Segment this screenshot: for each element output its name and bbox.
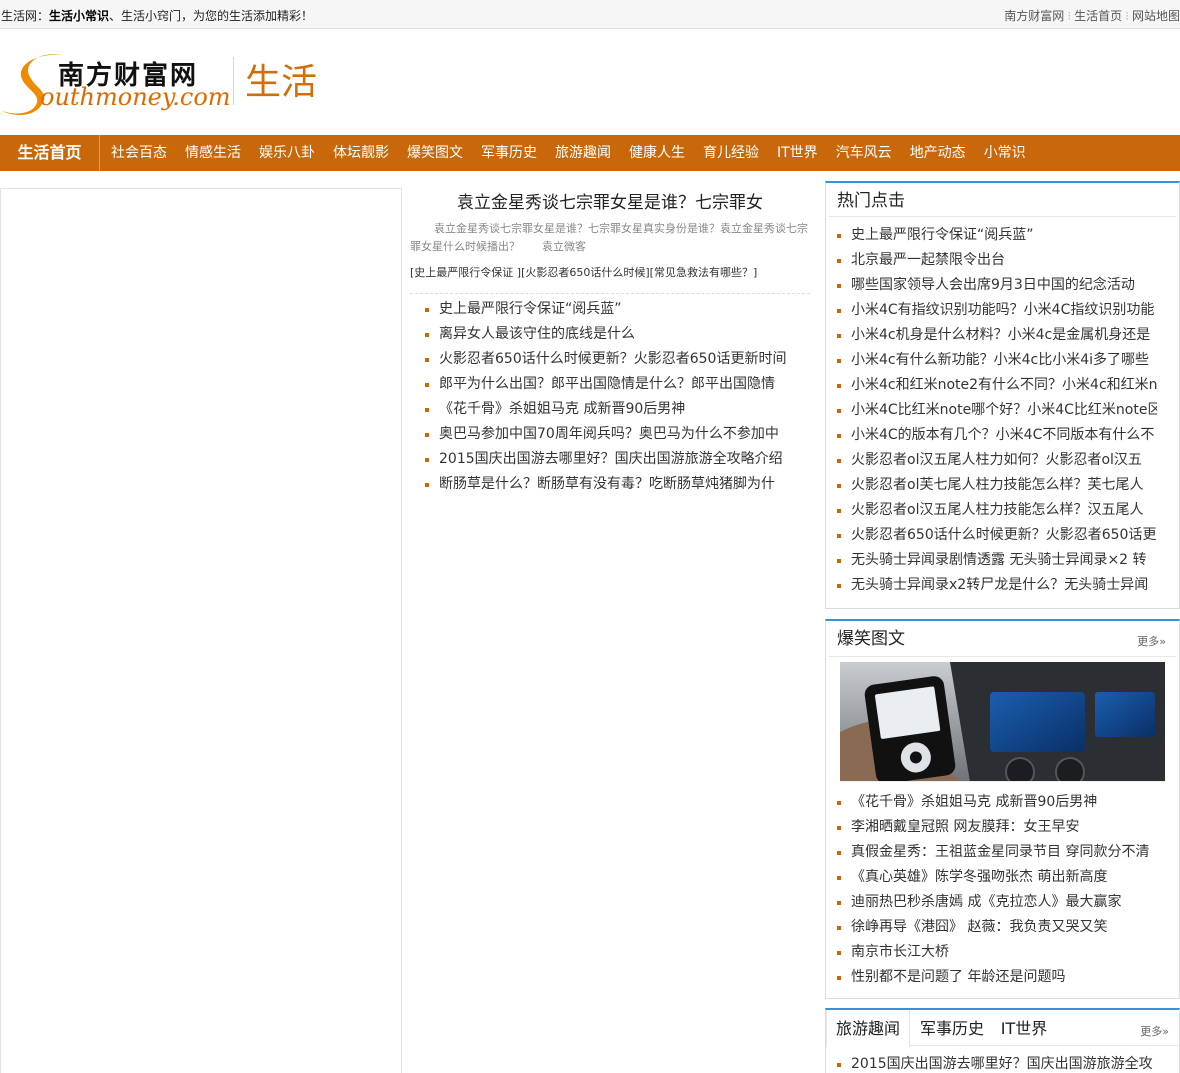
hot-clicks-box: 热门点击 史上最严限行令保证“阅兵蓝” 北京最严一起禁限令出台 哪些国家领导人会… bbox=[825, 181, 1180, 609]
list-item[interactable]: 李湘晒戴皇冠照 网友膜拜：女王早安 bbox=[837, 815, 1157, 840]
nav-item-military[interactable]: 军事历史 bbox=[472, 135, 546, 171]
link-separator: ⁝ bbox=[1067, 9, 1072, 23]
list-item[interactable]: 2015国庆出国游去哪里好？国庆出国游旅游全攻略介绍 bbox=[425, 447, 795, 472]
list-item[interactable]: 郎平为什么出国？郎平出国隐情是什么？郎平出国隐情 bbox=[425, 372, 795, 397]
top-links: 南方财富网 ⁝ 生活首页 ⁝ 网站地图 bbox=[1004, 7, 1180, 24]
list-item[interactable]: 火影忍者ol汉五尾人柱力技能怎么样？汉五尾人 bbox=[837, 498, 1157, 523]
featured-image[interactable] bbox=[840, 662, 1165, 782]
funny-pictures-list: 《花千骨》杀姐姐马克 成新晋90后男神 李湘晒戴皇冠照 网友膜拜：女王早安 真假… bbox=[837, 790, 1157, 990]
list-item[interactable]: 小米4C的版本有几个？小米4C不同版本有什么不 bbox=[837, 423, 1157, 448]
list-item[interactable]: 性别都不是问题了 年龄还是问题吗 bbox=[837, 965, 1157, 990]
list-item[interactable]: 徐峥再导《港囧》 赵薇：我负责又哭又笑 bbox=[837, 915, 1157, 940]
dashed-divider bbox=[410, 293, 810, 294]
list-item[interactable]: 史上最严限行令保证“阅兵蓝” bbox=[837, 223, 1157, 248]
list-item[interactable]: 火影忍者650话什么时候更新？火影忍者650话更 bbox=[837, 523, 1157, 548]
list-item[interactable]: 北京最严一起禁限令出台 bbox=[837, 248, 1157, 273]
travel-more-link[interactable]: 更多» bbox=[1140, 1023, 1169, 1039]
list-item[interactable]: 小米4c机身是什么材料？小米4c是金属机身还是 bbox=[837, 323, 1157, 348]
headline-title[interactable]: 袁立金星秀谈七宗罪女星是谁？七宗罪女 bbox=[410, 188, 810, 218]
headline-tags[interactable]: [史上最严限行令保证 ][火影忍者650话什么时候][常见急救法有哪些？] bbox=[410, 265, 810, 281]
hot-clicks-header: 热门点击 bbox=[829, 183, 1176, 217]
phone-dashboard-image bbox=[840, 662, 1165, 781]
travel-tab-bar: 旅游趣闻 军事历史 IT世界 更多» bbox=[826, 1010, 1179, 1047]
list-item[interactable]: 小米4c有什么新功能？小米4c比小米4i多了哪些 bbox=[837, 348, 1157, 373]
list-item[interactable]: 《花千骨》杀姐姐马克 成新晋90后男神 bbox=[425, 397, 795, 422]
list-item[interactable]: 火影忍者650话什么时候更新？火影忍者650话更新时间 bbox=[425, 347, 795, 372]
list-item[interactable]: 迪丽热巴秒杀唐嫣 成《克拉恋人》最大赢家 bbox=[837, 890, 1157, 915]
nav-item-tips[interactable]: 小常识 bbox=[975, 135, 1035, 171]
nav-item-society[interactable]: 社会百态 bbox=[102, 135, 176, 171]
travel-list: 2015国庆出国游去哪里好？国庆出国游旅游全攻 bbox=[837, 1052, 1157, 1073]
hot-clicks-title: 热门点击 bbox=[837, 191, 905, 211]
nav-item-realestate[interactable]: 地产动态 bbox=[901, 135, 975, 171]
top-link-sitemap[interactable]: 网站地图 bbox=[1132, 9, 1180, 23]
site-logo[interactable]: 南方财富网 outhmoney.com bbox=[0, 49, 231, 125]
list-item[interactable]: 奥巴马参加中国70周年阅兵吗？奥巴马为什么不参加中 bbox=[425, 422, 795, 447]
news-list: 史上最严限行令保证“阅兵蓝” 离异女人最该守住的底线是什么 火影忍者650话什么… bbox=[425, 297, 795, 497]
nav-item-parenting[interactable]: 育儿经验 bbox=[694, 135, 768, 171]
header-divider bbox=[233, 57, 234, 105]
nav-item-sports[interactable]: 体坛靓影 bbox=[324, 135, 398, 171]
site-intro: 生活网：生活小常识、生活小窍门，为您的生活添加精彩！ bbox=[1, 7, 313, 24]
top-bar: 生活网：生活小常识、生活小窍门，为您的生活添加精彩！ 南方财富网 ⁝ 生活首页 ⁝ 网站… bbox=[0, 0, 1180, 29]
funny-pictures-title: 爆笑图文 bbox=[837, 629, 905, 649]
list-item[interactable]: 火影忍者ol汉五尾人柱力如何？火影忍者ol汉五 bbox=[837, 448, 1157, 473]
nav-item-it[interactable]: IT世界 bbox=[768, 135, 827, 171]
nav-list: 社会百态 情感生活 娱乐八卦 体坛靓影 爆笑图文 军事历史 旅游趣闻 健康人生 … bbox=[102, 135, 1035, 171]
nav-item-emotion[interactable]: 情感生活 bbox=[176, 135, 250, 171]
header: 南方财富网 outhmoney.com 生活 bbox=[0, 29, 1180, 135]
intro-prefix: 生活网： bbox=[1, 9, 50, 23]
nav-item-funny[interactable]: 爆笑图文 bbox=[398, 135, 472, 171]
tab-military[interactable]: 军事历史 bbox=[914, 1010, 990, 1046]
list-item[interactable]: 真假金星秀：王祖蓝金星同录节目 穿同款分不清 bbox=[837, 840, 1157, 865]
nav-item-health[interactable]: 健康人生 bbox=[620, 135, 694, 171]
intro-bold: 生活小常识 bbox=[49, 9, 110, 23]
list-item[interactable]: 2015国庆出国游去哪里好？国庆出国游旅游全攻 bbox=[837, 1052, 1157, 1073]
headline-summary: 袁立金星秀谈七宗罪女星是谁？七宗罪女星真实身份是谁？袁立金星秀谈七宗罪女星什么时… bbox=[410, 222, 808, 253]
list-item[interactable]: 小米4C比红米note哪个好？小米4C比红米note区 bbox=[837, 398, 1157, 423]
left-image-slot bbox=[0, 188, 402, 1073]
list-item[interactable]: 小米4C有指纹识别功能吗？小米4C指纹识别功能 bbox=[837, 298, 1157, 323]
list-item[interactable]: 南京市长江大桥 bbox=[837, 940, 1157, 965]
hot-clicks-list: 史上最严限行令保证“阅兵蓝” 北京最严一起禁限令出台 哪些国家领导人会出席9月3… bbox=[837, 223, 1157, 598]
funny-more-link[interactable]: 更多» bbox=[1137, 633, 1166, 649]
nav-home[interactable]: 生活首页 bbox=[0, 135, 100, 171]
nav-item-travel[interactable]: 旅游趣闻 bbox=[546, 135, 620, 171]
list-item[interactable]: 离异女人最该守住的底线是什么 bbox=[425, 322, 795, 347]
link-separator: ⁝ bbox=[1125, 9, 1129, 23]
list-item[interactable]: 无头骑士异闻录x2转尸龙是什么？无头骑士异闻 bbox=[837, 573, 1157, 598]
list-item[interactable]: 无头骑士异闻录剧情透露 无头骑士异闻录×2 转 bbox=[837, 548, 1157, 573]
nav-item-auto[interactable]: 汽车风云 bbox=[827, 135, 901, 171]
list-item[interactable]: 史上最严限行令保证“阅兵蓝” bbox=[425, 297, 795, 322]
funny-pictures-header: 爆笑图文 更多» bbox=[829, 621, 1176, 657]
logo-english-text: outhmoney.com bbox=[40, 83, 231, 111]
section-title: 生活 bbox=[245, 62, 318, 103]
list-item[interactable]: 断肠草是什么？断肠草有没有毒？吃断肠草炖猪脚为什 bbox=[425, 472, 795, 497]
tab-it[interactable]: IT世界 bbox=[994, 1010, 1054, 1046]
list-item[interactable]: 小米4c和红米note2有什么不同？小米4c和红米n bbox=[837, 373, 1157, 398]
travel-tabs-box: 旅游趣闻 军事历史 IT世界 更多» 2015国庆出国游去哪里好？国庆出国游旅游… bbox=[825, 1008, 1180, 1073]
list-item[interactable]: 火影忍者ol芙七尾人柱力技能怎么样？芙七尾人 bbox=[837, 473, 1157, 498]
main-nav: 生活首页 社会百态 情感生活 娱乐八卦 体坛靓影 爆笑图文 军事历史 旅游趣闻 … bbox=[0, 135, 1180, 171]
top-link-southmoney[interactable]: 南方财富网 bbox=[1004, 9, 1064, 23]
tab-travel[interactable]: 旅游趣闻 bbox=[826, 1010, 910, 1047]
list-item[interactable]: 哪些国家领导人会出席9月3日中国的纪念活动 bbox=[837, 273, 1157, 298]
top-link-life-home[interactable]: 生活首页 bbox=[1074, 9, 1122, 23]
intro-suffix: 、生活小窍门，为您的生活添加精彩！ bbox=[109, 9, 314, 23]
headline-section: 袁立金星秀谈七宗罪女星是谁？七宗罪女 袁立金星秀谈七宗罪女星是谁？七宗罪女星真实… bbox=[410, 188, 810, 497]
list-item[interactable]: 《花千骨》杀姐姐马克 成新晋90后男神 bbox=[837, 790, 1157, 815]
list-item[interactable]: 《真心英雄》陈学冬强吻张杰 萌出新高度 bbox=[837, 865, 1157, 890]
nav-item-entertainment[interactable]: 娱乐八卦 bbox=[250, 135, 324, 171]
funny-pictures-box: 爆笑图文 更多» 《花千骨》杀姐姐马克 成新晋90后男神 李湘晒戴皇冠照 网友膜… bbox=[825, 619, 1180, 999]
